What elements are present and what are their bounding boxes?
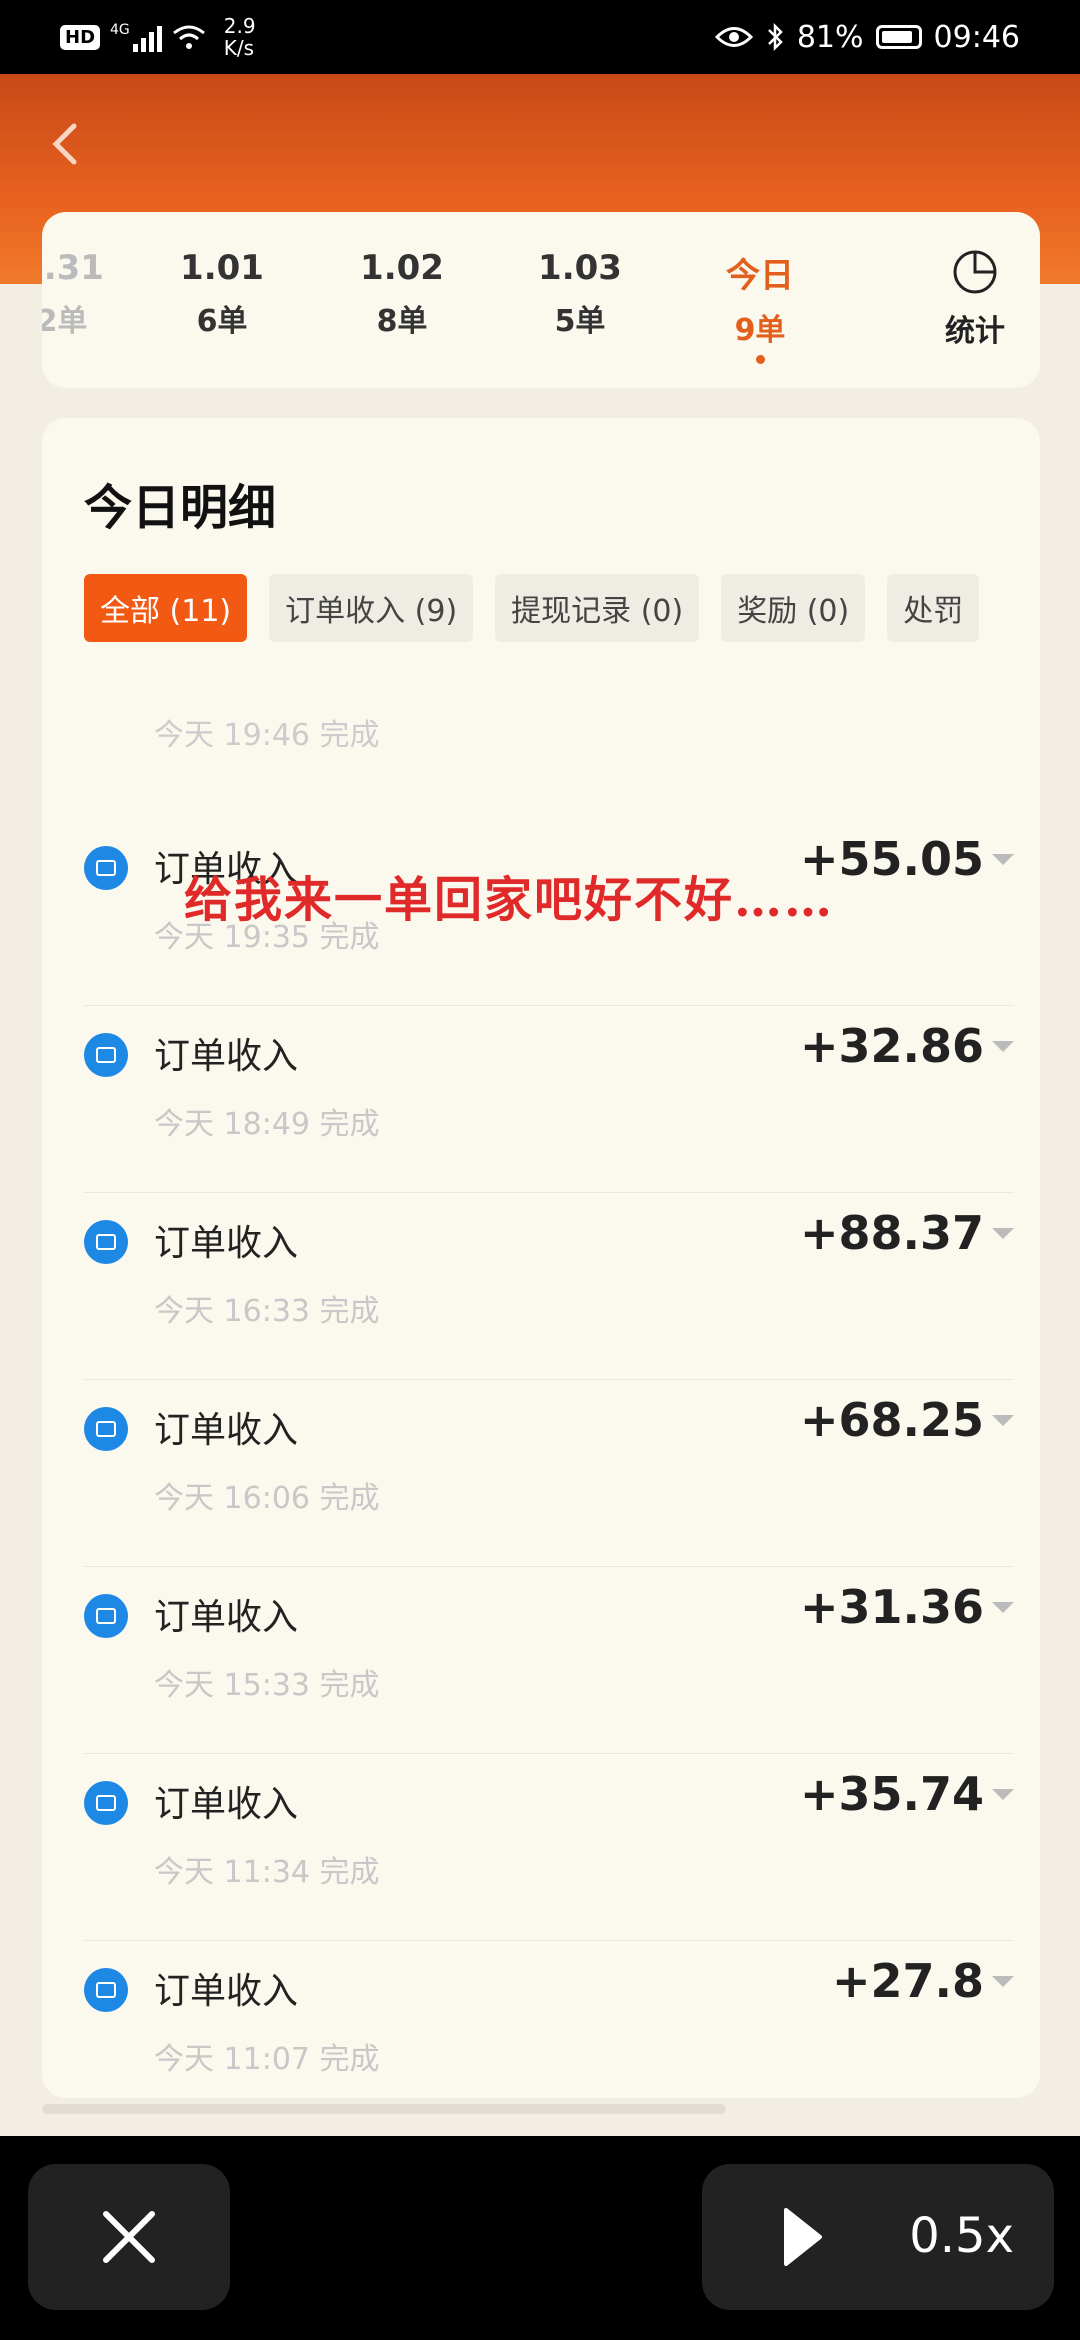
- wallet-icon: [84, 1033, 128, 1077]
- date-strip: 2.31 2单 1.01 6单 1.02 8单 1.03 5单 今日 9单 统计: [42, 212, 1040, 388]
- order-count: 8单: [376, 304, 428, 339]
- network-speed: 2.9 K/s: [223, 14, 256, 60]
- hd-icon: HD: [60, 24, 101, 50]
- details-card: 今日明细 全部 (11) 订单收入 (9) 提现记录 (0) 奖励 (0) 处罚…: [42, 418, 1040, 2098]
- bluetooth-icon: [767, 22, 783, 52]
- record-amount: +32.86: [799, 1019, 984, 1073]
- order-count: 5单: [554, 304, 606, 339]
- order-count: 9单: [734, 313, 786, 348]
- date-label: 2.31: [42, 248, 104, 288]
- expand-caret-icon[interactable]: [992, 1228, 1014, 1239]
- stats-button[interactable]: 统计: [910, 248, 1040, 350]
- record-amount: +35.74: [799, 1767, 984, 1821]
- record-name: 订单收入: [154, 1410, 299, 1451]
- signal-icon: 4G: [110, 22, 162, 52]
- record-row[interactable]: 订单收入 +32.86 今天 18:49 完成: [84, 1005, 1014, 1193]
- date-item-1-01[interactable]: 1.01 6单: [152, 248, 292, 340]
- record-name: 订单收入: [154, 1036, 299, 1077]
- record-name: 订单收入: [154, 1223, 299, 1264]
- wallet-icon: [84, 1407, 128, 1451]
- expand-caret-icon[interactable]: [992, 1789, 1014, 1800]
- date-item-12-31[interactable]: 2.31 2单: [42, 248, 132, 340]
- record-time: 今天 15:33 完成: [154, 1668, 380, 1703]
- order-count: 6单: [196, 304, 248, 339]
- back-arrow-icon[interactable]: [40, 114, 90, 174]
- filter-withdrawals[interactable]: 提现记录 (0): [495, 574, 700, 642]
- stats-label: 统计: [945, 314, 1005, 349]
- wallet-icon: [84, 846, 128, 890]
- wallet-icon: [84, 1594, 128, 1638]
- expand-caret-icon[interactable]: [992, 1041, 1014, 1052]
- player-controls: 0.5x: [0, 2136, 1080, 2340]
- record-name: 订单收入: [154, 1597, 299, 1638]
- date-label: 今日: [726, 256, 794, 296]
- record-name: 订单收入: [154, 1971, 299, 2012]
- record-row[interactable]: 订单收入 +27.8 今天 11:07 完成: [84, 1940, 1014, 2098]
- record-name: 订单收入: [154, 1784, 299, 1825]
- date-item-today[interactable]: 今日 9单: [690, 248, 830, 364]
- playback-speed[interactable]: 0.5x: [909, 2208, 1014, 2264]
- date-label: 1.02: [360, 248, 444, 288]
- play-button[interactable]: 0.5x: [702, 2164, 1054, 2310]
- wallet-icon: [84, 1781, 128, 1825]
- wallet-icon: [84, 1220, 128, 1264]
- play-icon: [784, 2208, 822, 2266]
- expand-caret-icon[interactable]: [992, 1602, 1014, 1613]
- record-amount: +88.37: [799, 1206, 984, 1260]
- record-amount: +27.8: [831, 1954, 984, 2008]
- record-time: 今天 11:34 完成: [154, 1855, 380, 1890]
- record-amount: +68.25: [799, 1393, 984, 1447]
- eye-icon: [714, 27, 753, 47]
- close-button[interactable]: [28, 2164, 230, 2310]
- expand-caret-icon[interactable]: [992, 854, 1014, 865]
- filter-order-income[interactable]: 订单收入 (9): [269, 574, 474, 642]
- date-label: 1.03: [538, 248, 622, 288]
- video-progress-bar[interactable]: [42, 2104, 726, 2114]
- expand-caret-icon[interactable]: [992, 1976, 1014, 1987]
- pie-chart-icon: [953, 250, 997, 294]
- date-label: 1.01: [180, 248, 264, 288]
- date-item-1-02[interactable]: 1.02 8单: [332, 248, 472, 340]
- record-time: 今天 16:06 完成: [154, 1481, 380, 1516]
- wifi-icon: [172, 25, 205, 49]
- filter-all[interactable]: 全部 (11): [84, 574, 248, 642]
- record-row[interactable]: 订单收入 +31.36 今天 15:33 完成: [84, 1566, 1014, 1754]
- record-time: 今天 16:33 完成: [154, 1294, 380, 1329]
- page-title: 今日明细: [84, 480, 277, 536]
- expand-caret-icon[interactable]: [992, 1415, 1014, 1426]
- record-row[interactable]: 订单收入 +68.25 今天 16:06 完成: [84, 1379, 1014, 1567]
- faded-record-time: 今天 19:46 完成: [154, 718, 380, 753]
- record-row[interactable]: 订单收入 +88.37 今天 16:33 完成: [84, 1192, 1014, 1380]
- battery-icon: [875, 25, 922, 49]
- wallet-icon: [84, 1968, 128, 2012]
- filter-tabs: 全部 (11) 订单收入 (9) 提现记录 (0) 奖励 (0) 处罚: [84, 574, 980, 642]
- record-row[interactable]: 订单收入 +35.74 今天 11:34 完成: [84, 1753, 1014, 1941]
- record-amount: +31.36: [799, 1580, 984, 1634]
- battery-percent: 81%: [796, 19, 864, 55]
- record-time: 今天 18:49 完成: [154, 1107, 380, 1142]
- clock: 09:46: [933, 19, 1020, 55]
- filter-rewards[interactable]: 奖励 (0): [721, 574, 866, 642]
- close-icon: [103, 2211, 155, 2263]
- video-caption: 给我来一单回家吧好不好……: [184, 872, 835, 928]
- order-count: 2单: [42, 304, 88, 339]
- record-time: 今天 11:07 完成: [154, 2042, 380, 2077]
- filter-penalties[interactable]: 处罚: [887, 574, 980, 642]
- active-indicator-dot: [755, 355, 765, 364]
- status-bar: HD 4G 2.9 K/s 81% 09:46: [0, 0, 1080, 74]
- date-item-1-03[interactable]: 1.03 5单: [510, 248, 650, 340]
